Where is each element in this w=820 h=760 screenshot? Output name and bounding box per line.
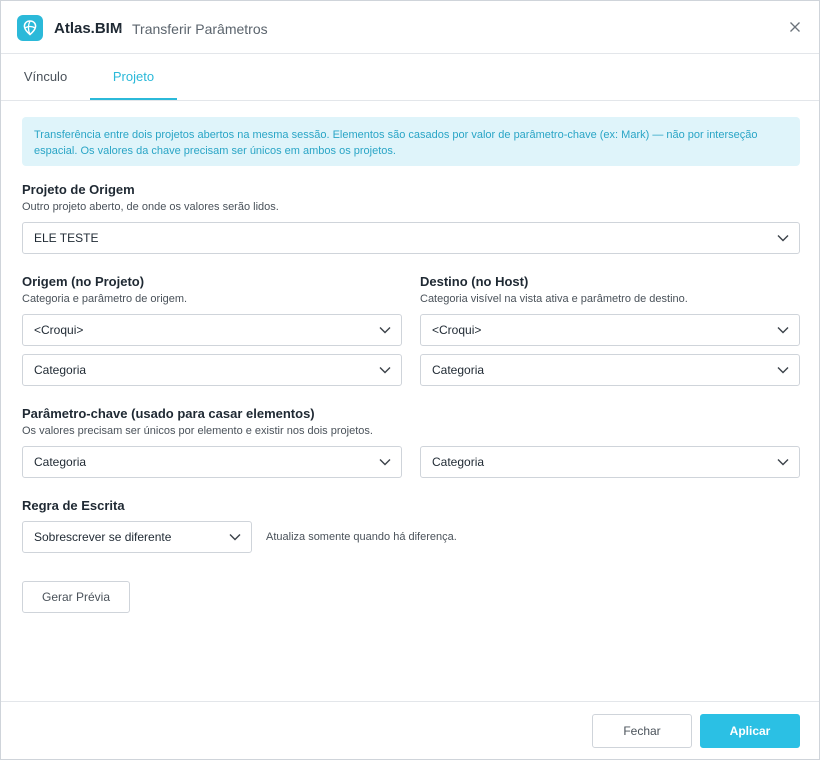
chevron-down-icon — [777, 327, 789, 334]
key-param-subtitle: Os valores precisam ser únicos por eleme… — [22, 425, 373, 437]
title-bar: Atlas.BIM · Transferir Parâmetros — [1, 1, 819, 54]
write-rule-select[interactable]: Sobrescrever se diferente — [22, 521, 252, 553]
chevron-down-icon — [379, 327, 391, 334]
app-name: Atlas.BIM — [54, 20, 123, 37]
origin-project-subtitle: Outro projeto aberto, de onde os valores… — [22, 201, 279, 213]
write-rule-title: Regra de Escrita — [22, 498, 125, 513]
chevron-down-icon — [229, 534, 241, 541]
source-parameter-select[interactable]: Categoria — [22, 354, 402, 386]
source-category-select[interactable]: <Croqui> — [22, 314, 402, 346]
origin-project-title: Projeto de Origem — [22, 182, 135, 197]
tab-projeto[interactable]: Projeto — [90, 54, 177, 100]
tab-vinculo[interactable]: Vínculo — [1, 54, 90, 100]
target-title: Destino (no Host) — [420, 274, 529, 289]
write-rule-hint: Atualiza somente quando há diferença. — [266, 531, 457, 543]
chevron-down-icon — [379, 367, 391, 374]
key-param-target-value: Categoria — [432, 455, 485, 469]
key-param-title: Parâmetro-chave (usado para casar elemen… — [22, 406, 315, 421]
transfer-parameters-dialog: Atlas.BIM · Transferir Parâmetros Víncul… — [0, 0, 820, 760]
close-button[interactable]: Fechar — [592, 714, 692, 748]
chevron-down-icon — [777, 459, 789, 466]
target-category-value: <Croqui> — [432, 323, 482, 337]
dialog-footer — [1, 701, 819, 759]
target-subtitle: Categoria visível na vista ativa e parâm… — [420, 293, 688, 305]
chevron-down-icon — [777, 235, 789, 242]
key-param-source-value: Categoria — [34, 455, 87, 469]
source-subtitle: Categoria e parâmetro de origem. — [22, 293, 188, 305]
tab-bar: Vínculo Projeto — [1, 54, 819, 101]
key-param-target-select[interactable]: Categoria — [420, 446, 800, 478]
source-parameter-value: Categoria — [34, 363, 87, 377]
apply-button[interactable]: Aplicar — [700, 714, 800, 748]
target-category-select[interactable]: <Croqui> — [420, 314, 800, 346]
write-rule-value: Sobrescrever se diferente — [34, 530, 172, 544]
title-separator: · — [119, 21, 124, 36]
origin-project-value: ELE TESTE — [34, 231, 99, 245]
target-parameter-select[interactable]: Categoria — [420, 354, 800, 386]
chevron-down-icon — [379, 459, 391, 466]
origin-project-select[interactable]: ELE TESTE — [22, 222, 800, 254]
window-title: Transferir Parâmetros — [132, 21, 268, 37]
close-icon[interactable] — [785, 17, 805, 37]
source-title: Origem (no Projeto) — [22, 274, 145, 289]
atlas-logo-icon — [17, 15, 43, 41]
info-banner: Transferência entre dois projetos aberto… — [22, 117, 800, 166]
chevron-down-icon — [777, 367, 789, 374]
source-category-value: <Croqui> — [34, 323, 84, 337]
generate-preview-button[interactable]: Gerar Prévia — [22, 581, 130, 613]
key-param-source-select[interactable]: Categoria — [22, 446, 402, 478]
target-parameter-value: Categoria — [432, 363, 485, 377]
